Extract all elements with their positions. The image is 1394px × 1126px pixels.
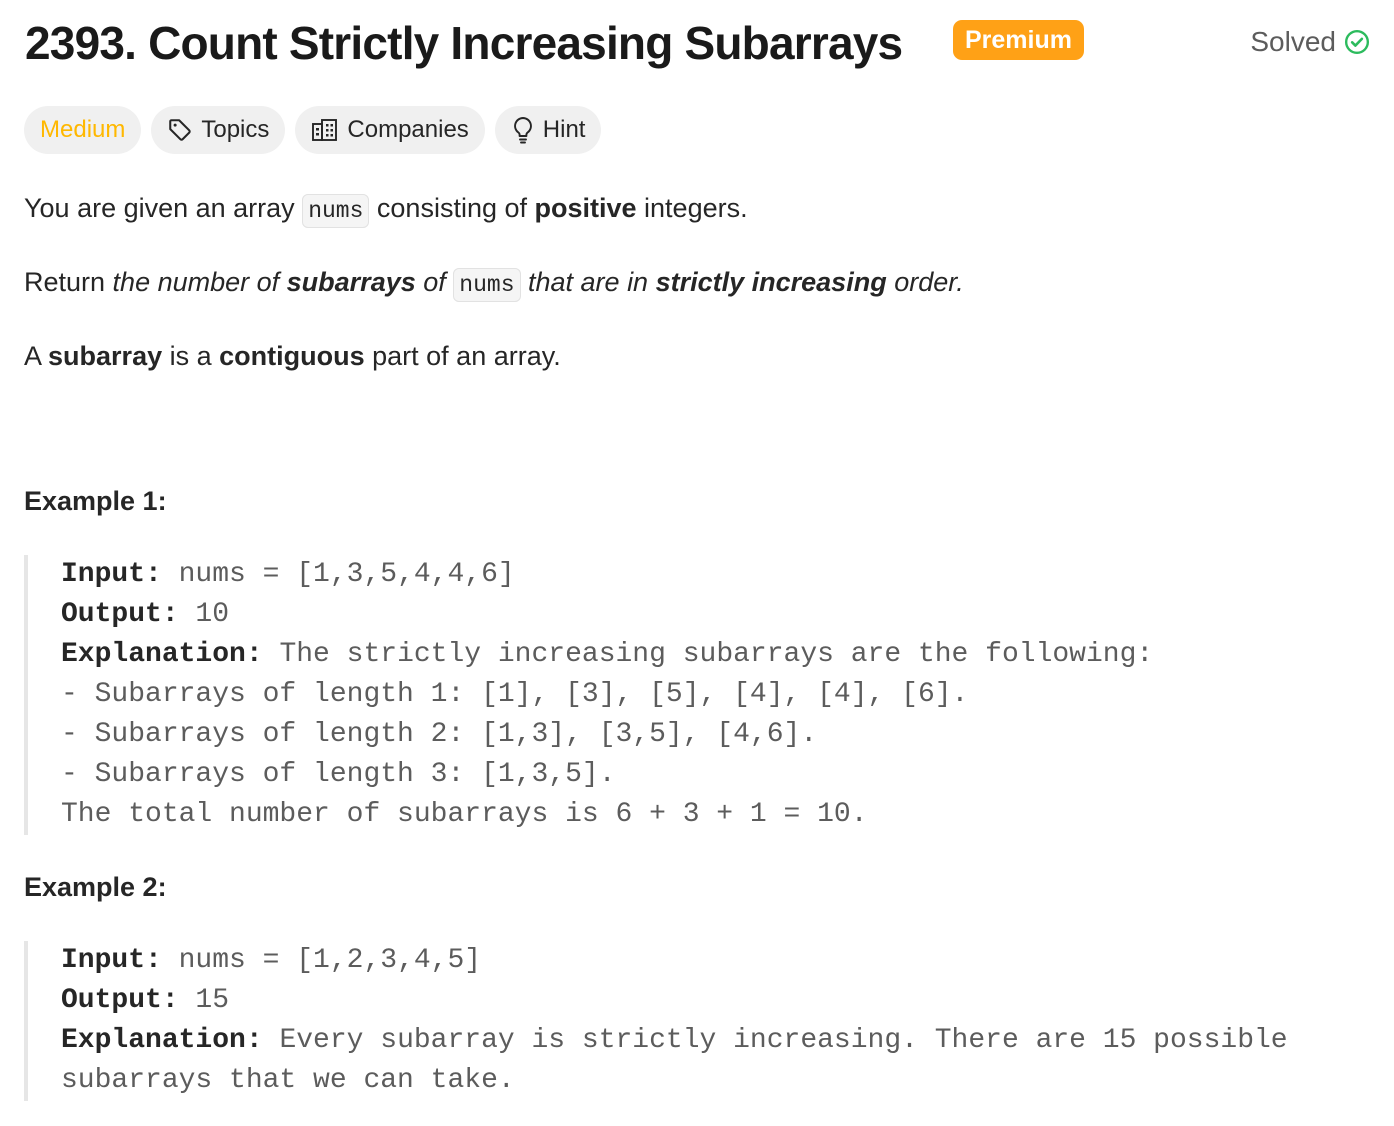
topics-button[interactable]: Topics: [151, 106, 286, 154]
description-paragraph-3: A subarray is a contiguous part of an ar…: [24, 341, 561, 371]
tag-row: Medium Topics Companies Hint: [24, 106, 602, 154]
hint-label: Hint: [542, 116, 586, 143]
topics-label: Topics: [201, 116, 270, 143]
example-2-block: Input: nums = [1,2,3,4,5] Output: 15 Expla…: [24, 941, 1288, 1101]
example-input-line: Input: nums = [1,3,5,4,4,6]: [61, 559, 515, 590]
companies-button[interactable]: Companies: [295, 106, 485, 154]
check-circle-icon: [1344, 29, 1370, 55]
description-paragraph-1: You are given an array nums consisting o…: [24, 188, 748, 231]
solved-label: Solved: [1250, 26, 1336, 57]
example-input-line: Input: nums = [1,2,3,4,5]: [61, 945, 482, 976]
example-explanation-line: Explanation: Every subarray is strictly …: [61, 1025, 1288, 1056]
companies-label: Companies: [347, 116, 469, 143]
problem-title: 2393. Count Strictly Increasing Subarray…: [25, 17, 903, 69]
difficulty-label: Medium: [40, 116, 126, 143]
example-1-title: Example 1:: [24, 486, 167, 516]
difficulty-badge: Medium: [24, 106, 142, 154]
lightbulb-icon: [513, 117, 532, 144]
title-row: 2393. Count Strictly Increasing Subarray…: [25, 12, 1374, 76]
example-explanation-line: Explanation: The strictly increasing sub…: [61, 639, 1154, 670]
example-output-line: Output: 10: [61, 599, 230, 630]
tag-icon: [169, 119, 192, 141]
building-icon: [312, 119, 338, 141]
premium-badge[interactable]: Premium: [953, 20, 1084, 60]
example-2-title: Example 2:: [24, 872, 167, 902]
inline-code: nums: [302, 194, 370, 228]
example-explanation-line: subarrays that we can take.: [61, 1065, 515, 1096]
solved-status: Solved: [1250, 26, 1370, 58]
example-1-block: Input: nums = [1,3,5,4,4,6] Output: 10 Exp…: [24, 555, 1153, 835]
description-paragraph-2: Return the number of subarrays of nums t…: [24, 262, 964, 305]
hint-button[interactable]: Hint: [494, 106, 602, 154]
example-explanation-line: - Subarrays of length 3: [1,3,5].: [61, 759, 616, 790]
example-explanation-line: - Subarrays of length 1: [1], [3], [5], …: [61, 679, 969, 710]
example-explanation-line: The total number of subarrays is 6 + 3 +…: [61, 799, 868, 830]
example-output-line: Output: 15: [61, 985, 230, 1016]
example-explanation-line: - Subarrays of length 2: [1,3], [3,5], […: [61, 719, 818, 750]
inline-code: nums: [453, 268, 521, 302]
